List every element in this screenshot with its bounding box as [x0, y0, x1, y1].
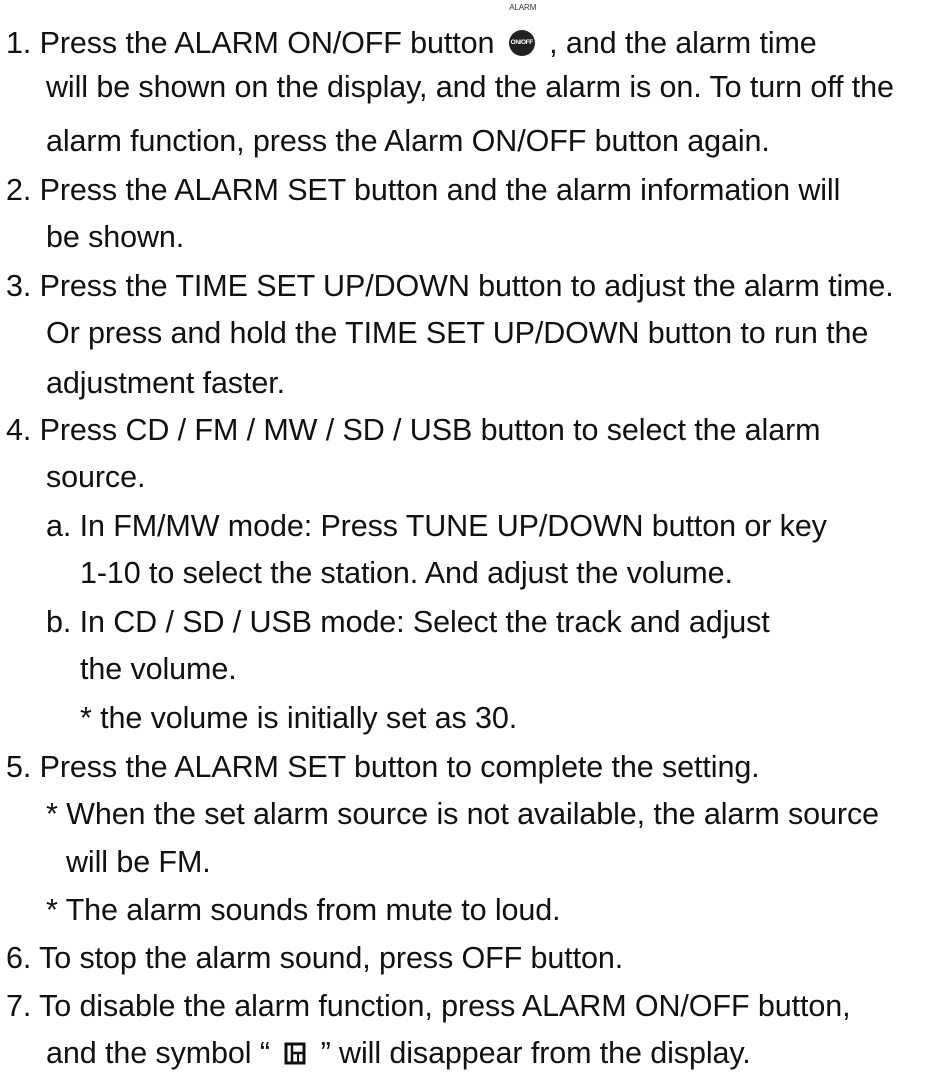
- on-off-icon-label: ON/OFF: [508, 30, 535, 56]
- step-1-text-start: 1. Press the ALARM ON/OFF button: [6, 26, 495, 60]
- step-5-note-1-line-1: * When the set alarm source is not avail…: [46, 797, 879, 831]
- step-2-line-1: 2. Press the ALARM SET button and the al…: [6, 173, 841, 207]
- step-4-line-2: source.: [46, 460, 146, 494]
- step-3-line-3: adjustment faster.: [46, 366, 285, 400]
- alarm-icon-caption: ALARM: [509, 3, 537, 12]
- step-4-note: * the volume is initially set as 30.: [80, 701, 518, 735]
- step-3-line-1: 3. Press the TIME SET UP/DOWN button to …: [6, 269, 894, 303]
- step-4b-line-2: the volume.: [80, 652, 237, 686]
- step-6-line-1: 6. To stop the alarm sound, press OFF bu…: [6, 941, 624, 975]
- step-1-line-1: 1. Press the ALARM ON/OFF button ALARM O…: [6, 3, 817, 63]
- step-4a-line-1: a. In FM/MW mode: Press TUNE UP/DOWN but…: [46, 509, 827, 543]
- step-4b-line-1: b. In CD / SD / USB mode: Select the tra…: [46, 605, 770, 639]
- step-5-note-2: * The alarm sounds from mute to loud.: [46, 893, 561, 927]
- step-3-line-2: Or press and hold the TIME SET UP/DOWN b…: [46, 316, 869, 350]
- step-2-line-2: be shown.: [46, 220, 185, 254]
- step-1-line-2: will be shown on the display, and the al…: [46, 70, 894, 104]
- step-5-line-1: 5. Press the ALARM SET button to complet…: [6, 750, 760, 784]
- step-4a-line-2: 1-10 to select the station. And adjust t…: [80, 556, 733, 590]
- alarm-bell-lcd-symbol-icon: [284, 1036, 306, 1076]
- step-1-line-3: alarm function, press the Alarm ON/OFF b…: [46, 124, 770, 158]
- step-1-text-end: , and the alarm time: [549, 26, 817, 60]
- step-7-text-start: and the symbol “: [46, 1036, 270, 1070]
- step-7-line-1: 7. To disable the alarm function, press …: [6, 989, 851, 1023]
- step-7-text-end: ” will disappear from the display.: [320, 1036, 751, 1070]
- alarm-on-off-button-icon: ALARM ON/OFF: [508, 3, 537, 56]
- step-5-note-1-line-2: will be FM.: [66, 845, 211, 879]
- step-4-line-1: 4. Press CD / FM / MW / SD / USB button …: [6, 413, 821, 447]
- step-7-line-2: and the symbol “ ” will disappear from t…: [46, 1033, 751, 1076]
